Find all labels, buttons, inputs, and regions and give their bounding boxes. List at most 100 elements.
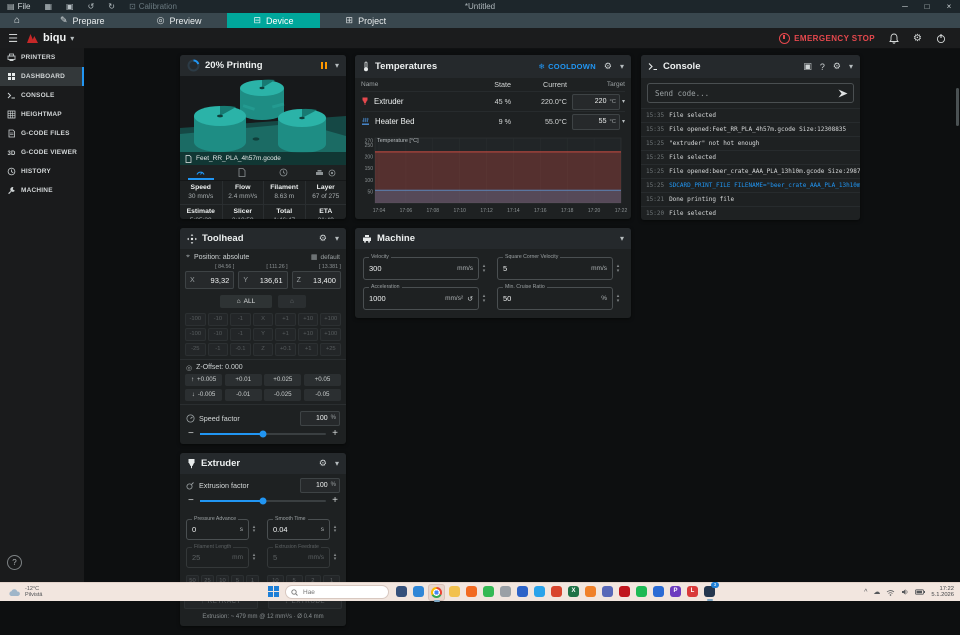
spinner-arrows[interactable]: ▴▾ xyxy=(479,264,489,273)
velocity-input[interactable]: Velocity 300 mm/s xyxy=(363,257,479,280)
spinner-arrows[interactable]: ▴▾ xyxy=(330,525,340,534)
slider-minus-button[interactable]: − xyxy=(188,431,194,437)
collapse-chevron-icon[interactable]: ▾ xyxy=(335,459,339,468)
start-button[interactable] xyxy=(268,586,280,598)
sidebar-item-gcode-files[interactable]: G-CODE FILES xyxy=(0,124,84,143)
pause-button[interactable] xyxy=(321,62,327,69)
home-tab-icon[interactable]: ⌂ xyxy=(0,15,34,26)
tab-prepare[interactable]: ✎ Prepare xyxy=(34,13,131,28)
jog-button[interactable]: -100 xyxy=(185,328,206,341)
console-command-input[interactable] xyxy=(653,88,838,99)
send-icon[interactable] xyxy=(838,89,848,98)
jog-button[interactable]: +1 xyxy=(298,343,319,356)
slider-knob[interactable] xyxy=(260,430,267,437)
jog-button[interactable]: -0.1 xyxy=(230,343,251,356)
jog-button[interactable]: +100 xyxy=(320,328,341,341)
jog-button[interactable]: +25 xyxy=(320,343,341,356)
taskbar-app-logseq[interactable]: L xyxy=(685,584,700,599)
onedrive-cloud-icon[interactable]: ☁ xyxy=(873,588,880,596)
help-button[interactable]: ? xyxy=(7,555,22,570)
home-xy-button[interactable]: ⌂ xyxy=(278,295,306,308)
taskbar-weather-widget[interactable]: -12°C Pilvistä xyxy=(0,586,42,598)
spinner-arrows[interactable]: ▴▾ xyxy=(613,264,623,273)
wifi-icon[interactable] xyxy=(886,589,895,596)
redo-button[interactable]: ↻ xyxy=(101,0,122,13)
taskbar-app-excel[interactable]: X xyxy=(566,584,581,599)
pressure-advance-input[interactable]: Pressure Advance 0 s xyxy=(186,519,249,540)
jog-button[interactable]: -1 xyxy=(208,343,229,356)
slider-knob[interactable] xyxy=(260,497,267,504)
console-settings-gear-icon[interactable]: ⚙ xyxy=(833,61,841,72)
volume-icon[interactable] xyxy=(901,588,909,596)
z-offset-up-button[interactable]: +0.025 xyxy=(264,374,301,386)
default-view-toggle[interactable]: ▦ default xyxy=(311,253,340,261)
clear-console-icon[interactable]: ▣ xyxy=(803,61,812,72)
slider-track[interactable] xyxy=(200,500,326,502)
file-menu[interactable]: ▤ File xyxy=(0,0,37,13)
ui-settings-gear-icon[interactable]: ⚙ xyxy=(913,33,922,44)
extruder-target-input[interactable]: 220°C xyxy=(572,94,620,110)
jog-button[interactable]: +0.1 xyxy=(275,343,296,356)
sidebar-item-dashboard[interactable]: DASHBOARD xyxy=(0,67,84,86)
taskbar-app-vscode[interactable] xyxy=(532,584,547,599)
app-grid-button[interactable]: ▦ xyxy=(37,0,59,13)
taskbar-app-whatsapp[interactable] xyxy=(481,584,496,599)
spinner-arrows[interactable]: ▴▾ xyxy=(249,525,259,534)
target-dropdown-icon[interactable]: ▾ xyxy=(622,118,625,125)
slider-plus-button[interactable]: + xyxy=(332,431,338,437)
z-offset-down-button[interactable]: -0.05 xyxy=(304,389,341,401)
app-scrollbar[interactable] xyxy=(956,88,959,126)
tab-print-devices[interactable] xyxy=(305,165,347,180)
power-icon[interactable] xyxy=(936,33,946,44)
taskbar-app-proton[interactable]: P xyxy=(668,584,683,599)
z-offset-up-button[interactable]: ↑+0.005 xyxy=(185,374,222,386)
sidebar-item-printers[interactable]: PRINTERS xyxy=(0,48,84,67)
tab-preview[interactable]: ◎ Preview xyxy=(131,13,228,28)
sidebar-item-heightmap[interactable]: HEIGHTMAP xyxy=(0,105,84,124)
temp-settings-gear-icon[interactable]: ⚙ xyxy=(604,61,612,72)
maximize-button[interactable]: □ xyxy=(916,0,938,13)
jog-button[interactable]: -10 xyxy=(208,328,229,341)
slider-track[interactable] xyxy=(200,433,326,435)
taskbar-app-media-player[interactable] xyxy=(515,584,530,599)
home-all-button[interactable]: ⌂ALL xyxy=(220,295,272,308)
close-button[interactable]: × xyxy=(938,0,960,13)
speed-factor-input[interactable]: 100% xyxy=(300,411,340,426)
smooth-time-input[interactable]: Smooth Time 0.04 s xyxy=(267,519,330,540)
slider-minus-button[interactable]: − xyxy=(188,498,194,504)
jog-button[interactable]: +100 xyxy=(320,313,341,326)
taskbar-app-remote-device[interactable] xyxy=(600,584,615,599)
jog-button[interactable]: -100 xyxy=(185,313,206,326)
spinner-arrows[interactable]: ▴▾ xyxy=(330,553,340,562)
sidebar-item-console[interactable]: CONSOLE xyxy=(0,86,84,105)
taskbar-app-spotify[interactable] xyxy=(634,584,649,599)
z-offset-down-button[interactable]: ↓-0.005 xyxy=(185,389,222,401)
target-dropdown-icon[interactable]: ▾ xyxy=(622,98,625,105)
minimize-button[interactable]: ─ xyxy=(894,0,916,13)
taskbar-app-photos[interactable] xyxy=(394,584,409,599)
extruder-settings-gear-icon[interactable]: ⚙ xyxy=(319,458,327,469)
extrusion-factor-input[interactable]: 100% xyxy=(300,478,340,493)
jog-button[interactable]: -1 xyxy=(230,313,251,326)
sidebar-item-history[interactable]: HISTORY xyxy=(0,162,84,181)
sidebar-item-gcode-viewer[interactable]: 3D G-CODE VIEWER xyxy=(0,143,84,162)
taskbar-app-chrome[interactable] xyxy=(428,584,445,601)
collapse-chevron-icon[interactable]: ▾ xyxy=(620,62,624,71)
taskbar-search[interactable] xyxy=(285,585,389,599)
tab-print-stats[interactable] xyxy=(180,165,222,180)
collapse-chevron-icon[interactable]: ▾ xyxy=(620,234,624,243)
min-cruise-ratio-input[interactable]: Min. Cruise Ratio 50 % xyxy=(497,287,613,310)
jog-button[interactable]: +1 xyxy=(275,313,296,326)
axis-z-field[interactable]: [ 13.381 ] Z13,400 xyxy=(292,264,341,289)
printer-brand[interactable]: biqu ▾ xyxy=(26,32,74,44)
toolhead-settings-gear-icon[interactable]: ⚙ xyxy=(319,233,327,244)
bed-target-input[interactable]: 55°C xyxy=(572,114,620,130)
taskbar-app-office[interactable] xyxy=(549,584,564,599)
battery-icon[interactable] xyxy=(915,589,925,595)
jog-button[interactable]: -1 xyxy=(230,328,251,341)
tab-device[interactable]: ⊟ Device xyxy=(227,13,319,28)
tab-print-file[interactable] xyxy=(222,165,264,180)
calibration-menu[interactable]: ⊡ Calibration xyxy=(122,0,184,13)
axis-x-field[interactable]: [ 84.56 ] X93,32 xyxy=(185,264,234,289)
jog-button[interactable]: +1 xyxy=(275,328,296,341)
